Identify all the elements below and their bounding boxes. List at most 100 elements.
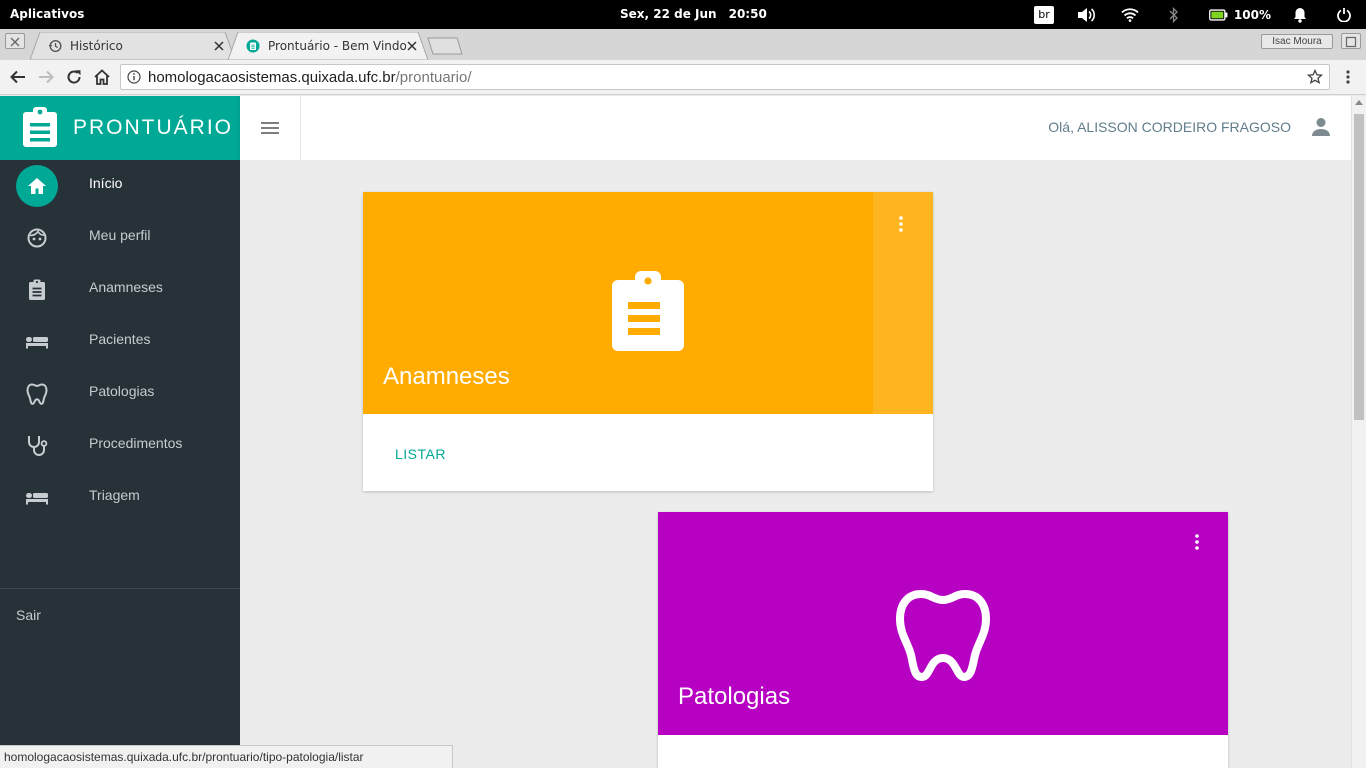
history-icon xyxy=(48,39,62,53)
bookmark-star-icon[interactable] xyxy=(1307,69,1323,85)
sidebar-item-triagem[interactable]: Triagem xyxy=(0,473,240,521)
more-vertical-icon xyxy=(1195,534,1199,550)
forward-button[interactable] xyxy=(34,66,58,88)
face-icon xyxy=(16,217,58,259)
sidebar-item-pacientes[interactable]: Pacientes xyxy=(0,317,240,365)
sidebar-item-label: Procedimentos xyxy=(89,435,183,451)
sidebar-item-label: Patologias xyxy=(89,383,155,399)
app-header: Olá, ALISSON CORDEIRO FRAGOSO xyxy=(240,96,1351,160)
page-scrollbar[interactable] xyxy=(1351,96,1366,768)
battery-icon xyxy=(1209,8,1228,21)
clipboard-logo-icon xyxy=(23,107,57,147)
web-page: PRONTUÁRIO Início Meu perfil Anamneses P… xyxy=(0,96,1366,768)
tab-close-icon[interactable] xyxy=(406,40,418,52)
card-header: Anamneses xyxy=(363,192,933,414)
link-status-bubble: homologacaosistemas.quixada.ufc.br/pront… xyxy=(0,745,453,768)
wifi-icon[interactable] xyxy=(1120,0,1140,29)
home-button[interactable] xyxy=(90,66,114,88)
tooth-icon xyxy=(895,589,991,682)
sidebar-item-label: Triagem xyxy=(89,487,140,503)
url-text: homologacaosistemas.quixada.ufc.br/pront… xyxy=(148,69,472,86)
applications-menu[interactable]: Aplicativos xyxy=(10,7,84,21)
notifications-icon[interactable] xyxy=(1291,0,1309,29)
sidebar-item-patologias[interactable]: Patologias xyxy=(0,369,240,417)
card-menu-button[interactable] xyxy=(1187,532,1207,552)
card-title: Anamneses xyxy=(383,363,510,390)
brand-title: PRONTUÁRIO xyxy=(73,116,234,139)
sidebar-item-procedimentos[interactable]: Procedimentos xyxy=(0,421,240,469)
battery-indicator[interactable]: 100% xyxy=(1209,0,1271,29)
card-header: Patologias xyxy=(658,512,1228,735)
clipboard-icon xyxy=(612,271,684,351)
panel-date: Sex, 22 de Jun xyxy=(620,7,717,21)
battery-percentage: 100% xyxy=(1233,7,1271,22)
tab-prontuario[interactable]: Prontuário - Bem Vindo xyxy=(228,32,428,60)
card-anamneses: Anamneses LISTAR xyxy=(363,192,933,491)
card-title: Patologias xyxy=(678,683,791,710)
url-path: /prontuario/ xyxy=(395,69,472,86)
sidebar-item-label: Início xyxy=(89,175,123,191)
arrow-left-icon xyxy=(10,70,25,84)
sidebar-item-label: Meu perfil xyxy=(89,227,151,243)
header-divider xyxy=(300,96,301,160)
card-menu-button[interactable] xyxy=(891,214,911,234)
clipboard-icon xyxy=(16,269,58,311)
user-greeting: Olá, ALISSON CORDEIRO FRAGOSO xyxy=(1048,119,1291,135)
bed-icon xyxy=(16,321,58,363)
arrow-right-icon xyxy=(39,70,54,84)
reload-icon xyxy=(67,70,81,84)
browser-menu-button[interactable] xyxy=(1340,66,1356,88)
logout-link[interactable]: Sair xyxy=(16,607,41,623)
volume-icon[interactable] xyxy=(1075,0,1097,29)
os-top-panel: Aplicativos Sex, 22 de Jun 20:50 br 100% xyxy=(0,0,1366,29)
window-maximize-button[interactable] xyxy=(1341,33,1361,49)
keyboard-layout-indicator[interactable]: br xyxy=(1034,0,1054,29)
browser-profile-name[interactable]: Isac Moura xyxy=(1261,34,1333,49)
more-vertical-icon xyxy=(1346,70,1350,84)
panel-clock[interactable]: Sex, 22 de Jun 20:50 xyxy=(620,7,767,21)
sidebar-item-label: Pacientes xyxy=(89,331,151,347)
info-icon[interactable] xyxy=(127,70,141,84)
menu-toggle-button[interactable] xyxy=(260,120,280,139)
close-icon xyxy=(10,37,20,47)
stethoscope-icon xyxy=(16,425,58,467)
bed-icon xyxy=(16,477,58,519)
panel-time: 20:50 xyxy=(728,7,767,21)
clipboard-favicon-icon xyxy=(246,39,260,53)
sidebar-item-meu-perfil[interactable]: Meu perfil xyxy=(0,213,240,261)
tab-historico[interactable]: Histórico xyxy=(30,32,235,60)
new-tab-button[interactable] xyxy=(425,37,465,55)
hamburger-icon xyxy=(261,122,279,134)
back-button[interactable] xyxy=(6,66,30,88)
bluetooth-icon[interactable] xyxy=(1166,0,1182,29)
listar-button[interactable]: LISTAR xyxy=(395,446,446,462)
reload-button[interactable] xyxy=(62,66,86,88)
browser-tab-strip: Histórico Prontuário - Bem Vindo Isac Mo… xyxy=(0,29,1366,60)
scroll-up-arrow-icon[interactable] xyxy=(1355,100,1363,105)
scrollbar-thumb[interactable] xyxy=(1354,114,1364,420)
tooth-icon xyxy=(16,373,58,415)
user-account-button[interactable] xyxy=(1311,116,1331,142)
power-icon[interactable] xyxy=(1335,0,1353,29)
browser-toolbar: homologacaosistemas.quixada.ufc.br/pront… xyxy=(0,60,1366,95)
home-outline-icon xyxy=(94,69,110,85)
tab-title: Prontuário - Bem Vindo xyxy=(268,39,406,53)
sidebar-divider xyxy=(0,588,240,589)
sidebar: Início Meu perfil Anamneses Pacientes Pa… xyxy=(0,160,240,768)
tab-close-icon[interactable] xyxy=(213,40,225,52)
sidebar-item-label: Anamneses xyxy=(89,279,163,295)
address-bar[interactable]: homologacaosistemas.quixada.ufc.br/pront… xyxy=(120,64,1330,90)
sidebar-item-inicio[interactable]: Início xyxy=(0,161,240,209)
tab-title: Histórico xyxy=(70,39,123,53)
sidebar-brand[interactable]: PRONTUÁRIO xyxy=(0,96,240,160)
more-vertical-icon xyxy=(899,216,903,232)
sidebar-item-anamneses[interactable]: Anamneses xyxy=(0,265,240,313)
person-icon xyxy=(1312,118,1330,136)
card-patologias: Patologias xyxy=(658,512,1228,768)
home-icon xyxy=(16,165,58,207)
maximize-icon xyxy=(1345,36,1357,48)
new-tab-icon xyxy=(427,37,463,55)
url-host: homologacaosistemas.quixada.ufc.br xyxy=(148,69,396,86)
main-content: Anamneses LISTAR Patologias xyxy=(240,160,1351,768)
window-close-button[interactable] xyxy=(5,33,25,49)
